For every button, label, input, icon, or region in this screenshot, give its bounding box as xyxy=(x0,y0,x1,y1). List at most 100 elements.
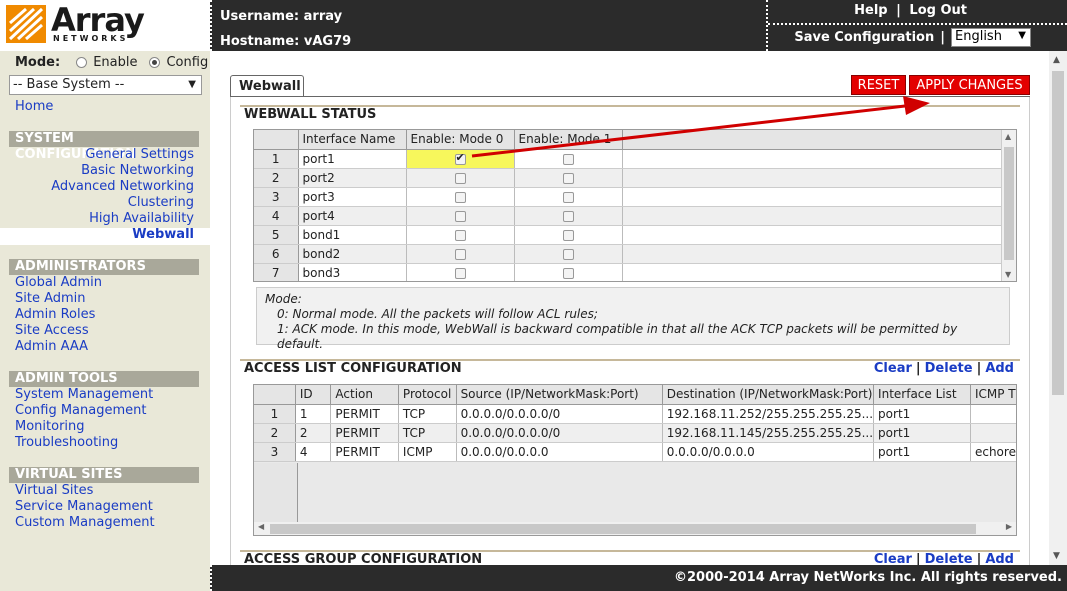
logout-link[interactable]: Log Out xyxy=(909,3,967,18)
mode0-checkbox[interactable] xyxy=(454,191,466,203)
help-link[interactable]: Help xyxy=(854,3,887,18)
mode-enable-radio[interactable] xyxy=(76,57,88,68)
acg-clear-link[interactable]: Clear xyxy=(874,552,912,565)
scroll-right-icon[interactable]: ▶ xyxy=(1006,522,1012,531)
table-row[interactable]: 2 2 PERMIT TCP 0.0.0.0/0.0.0.0/0 192.168.11.1… xyxy=(254,423,1016,443)
sidebar-item-virtual-sites[interactable]: Virtual Sites xyxy=(15,483,93,498)
mode1-checkbox[interactable] xyxy=(562,248,574,260)
sidebar-item-basic-networking[interactable]: Basic Networking xyxy=(81,163,194,178)
mode1-cell[interactable] xyxy=(514,244,623,264)
sidebar-item-config-management[interactable]: Config Management xyxy=(15,403,146,418)
column-header-source[interactable]: Source (IP/NetworkMask:Port) xyxy=(456,385,663,405)
id-cell: 4 xyxy=(295,442,332,462)
sidebar-item-advanced-networking[interactable]: Advanced Networking xyxy=(51,179,194,194)
column-header-mode0[interactable]: Enable: Mode 0 xyxy=(406,130,515,150)
sidebar-item-monitoring[interactable]: Monitoring xyxy=(15,419,85,434)
sidebar-item-general-settings[interactable]: General Settings xyxy=(85,147,194,162)
mode0-checkbox[interactable] xyxy=(454,267,466,279)
language-select[interactable]: English ▼ xyxy=(951,28,1031,47)
logo-area: Array NETWORKS xyxy=(0,0,210,51)
table-row[interactable]: 3 port3 xyxy=(254,187,1002,207)
mode0-cell[interactable] xyxy=(406,225,515,245)
sidebar-item-admin-aaa[interactable]: Admin AAA xyxy=(15,339,88,354)
sidebar-item-home[interactable]: Home xyxy=(15,99,53,114)
reset-button[interactable]: RESET xyxy=(851,75,906,95)
mode0-cell[interactable] xyxy=(406,206,515,226)
scroll-down-icon[interactable]: ▼ xyxy=(1005,270,1011,279)
table-row[interactable]: 2 port2 xyxy=(254,168,1002,188)
scroll-thumb[interactable] xyxy=(270,524,976,534)
mode0-cell[interactable] xyxy=(406,187,515,207)
acl-delete-link[interactable]: Delete xyxy=(925,361,973,376)
sidebar-item-system-management[interactable]: System Management xyxy=(15,387,153,402)
mode1-checkbox[interactable] xyxy=(562,210,574,222)
column-header-interface-list[interactable]: Interface List xyxy=(873,385,971,405)
mode0-cell[interactable] xyxy=(406,168,515,188)
mode0-checkbox[interactable] xyxy=(454,229,466,241)
sidebar-item-high-availability[interactable]: High Availability xyxy=(89,211,194,226)
acl-add-link[interactable]: Add xyxy=(985,361,1014,376)
scroll-up-icon[interactable]: ▲ xyxy=(1005,132,1011,141)
mode1-checkbox[interactable] xyxy=(562,267,574,279)
mode0-checkbox[interactable] xyxy=(454,210,466,222)
mode0-checkbox[interactable] xyxy=(454,151,466,165)
mode1-checkbox[interactable] xyxy=(562,153,574,165)
scroll-left-icon[interactable]: ◀ xyxy=(258,522,264,531)
sidebar-item-global-admin[interactable]: Global Admin xyxy=(15,275,102,290)
column-header-id[interactable]: ID xyxy=(295,385,332,405)
sidebar-item-site-admin[interactable]: Site Admin xyxy=(15,291,86,306)
mode1-cell[interactable] xyxy=(514,225,623,245)
mode1-checkbox[interactable] xyxy=(562,172,574,184)
table-row[interactable]: 4 port4 xyxy=(254,206,1002,226)
webwall-status-grid: Interface Name Enable: Mode 0 Enable: Mo… xyxy=(253,129,1017,282)
acg-delete-link[interactable]: Delete xyxy=(925,552,973,565)
filler-cell xyxy=(622,149,1002,169)
scroll-up-icon[interactable]: ▲ xyxy=(1053,55,1060,65)
mode0-cell[interactable] xyxy=(406,263,515,281)
sidebar-item-custom-management[interactable]: Custom Management xyxy=(15,515,155,530)
table-row[interactable]: 7 bond3 xyxy=(254,263,1002,281)
column-header-action[interactable]: Action xyxy=(330,385,399,405)
sidebar-item-troubleshooting[interactable]: Troubleshooting xyxy=(15,435,118,450)
acl-clear-link[interactable]: Clear xyxy=(874,361,912,376)
mode0-cell[interactable] xyxy=(406,244,515,264)
mode1-cell[interactable] xyxy=(514,263,623,281)
mode0-checkbox[interactable] xyxy=(454,248,466,260)
save-configuration-link[interactable]: Save Configuration xyxy=(794,30,934,45)
sidebar-item-clustering[interactable]: Clustering xyxy=(128,195,194,210)
mode1-checkbox[interactable] xyxy=(562,191,574,203)
table-row[interactable]: 3 4 PERMIT ICMP 0.0.0.0/0.0.0.0 0.0.0.0/0.0.0… xyxy=(254,442,1016,462)
base-system-select[interactable]: -- Base System -- ▼ xyxy=(9,75,202,95)
acg-add-link[interactable]: Add xyxy=(985,552,1014,565)
column-header-protocol[interactable]: Protocol xyxy=(398,385,457,405)
scroll-down-icon[interactable]: ▼ xyxy=(1053,551,1060,561)
table-row[interactable]: 5 bond1 xyxy=(254,225,1002,245)
mode-config-radio[interactable] xyxy=(149,57,161,68)
scroll-thumb[interactable] xyxy=(1004,147,1014,260)
mode1-cell[interactable] xyxy=(514,149,623,169)
sidebar-item-site-access[interactable]: Site Access xyxy=(15,323,89,338)
page-vertical-scrollbar[interactable]: ▲ ▼ xyxy=(1049,51,1067,565)
mode1-checkbox[interactable] xyxy=(562,229,574,241)
mode1-cell[interactable] xyxy=(514,206,623,226)
tab-webwall[interactable]: Webwall xyxy=(230,75,304,97)
column-header-icmp[interactable]: ICMP T xyxy=(970,385,1016,405)
table-row[interactable]: 6 bond2 xyxy=(254,244,1002,264)
scroll-thumb[interactable] xyxy=(1052,71,1064,395)
mode0-cell[interactable] xyxy=(406,149,515,169)
sidebar-item-webwall[interactable]: Webwall xyxy=(132,227,194,242)
sidebar-item-admin-roles[interactable]: Admin Roles xyxy=(15,307,95,322)
table-row[interactable]: 1 port1 xyxy=(254,149,1002,169)
apply-changes-button[interactable]: APPLY CHANGES xyxy=(909,75,1030,95)
webwall-vertical-scrollbar[interactable]: ▲ ▼ xyxy=(1001,130,1016,281)
acl-horizontal-scrollbar[interactable]: ◀ ▶ xyxy=(254,522,1016,535)
mode1-cell[interactable] xyxy=(514,187,623,207)
sidebar-item-service-management[interactable]: Service Management xyxy=(15,499,153,514)
row-number-header xyxy=(254,385,296,405)
column-header-interface-name[interactable]: Interface Name xyxy=(298,130,407,150)
mode0-checkbox[interactable] xyxy=(454,172,466,184)
column-header-destination[interactable]: Destination (IP/NetworkMask:Port) xyxy=(662,385,875,405)
table-row[interactable]: 1 1 PERMIT TCP 0.0.0.0/0.0.0.0/0 192.168.11.2… xyxy=(254,404,1016,424)
mode1-cell[interactable] xyxy=(514,168,623,188)
column-header-mode1[interactable]: Enable: Mode 1 xyxy=(514,130,623,150)
